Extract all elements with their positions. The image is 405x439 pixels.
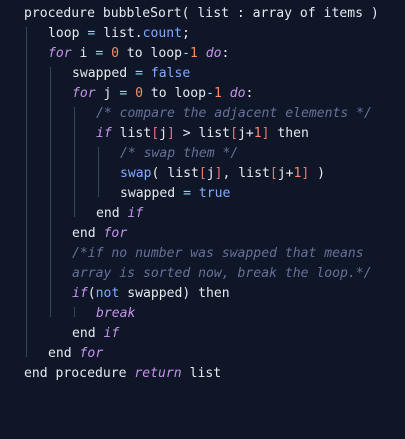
code-token: ( list bbox=[151, 166, 199, 181]
code-token: [ bbox=[269, 166, 278, 181]
code-token: if bbox=[103, 326, 120, 341]
code-token: swap bbox=[120, 166, 152, 181]
code-token: [ bbox=[198, 166, 207, 181]
code-token: end procedure bbox=[24, 366, 135, 381]
code-token: do bbox=[229, 86, 246, 101]
code-line[interactable]: /* compare the adjacent elements */ bbox=[0, 104, 372, 124]
code-token: j bbox=[95, 86, 120, 101]
code-token: list. bbox=[95, 26, 143, 41]
code-token: procedure bubbleSort( list : array of it… bbox=[24, 6, 379, 21]
code-line[interactable]: if list[j] > list[j+1] then bbox=[0, 124, 309, 144]
code-token: ] bbox=[261, 126, 270, 141]
code-token: j+ bbox=[237, 126, 254, 141]
code-token: ( bbox=[87, 286, 96, 301]
code-token: /*if no number was swapped that means bbox=[72, 246, 364, 261]
code-token: swapped) then bbox=[119, 286, 230, 301]
code-token: 1 bbox=[189, 46, 198, 61]
code-token: ; bbox=[182, 26, 190, 41]
code-token: swapped bbox=[120, 186, 184, 201]
code-line[interactable]: end if bbox=[0, 324, 119, 344]
code-line[interactable]: end for bbox=[0, 224, 127, 244]
code-token: for bbox=[72, 86, 96, 101]
code-token: loop bbox=[48, 26, 88, 41]
code-token: 0 bbox=[135, 86, 143, 101]
code-line[interactable]: /* swap them */ bbox=[0, 144, 238, 164]
code-token: end bbox=[72, 326, 104, 341]
code-token: swapped bbox=[72, 66, 136, 81]
code-token: - bbox=[182, 46, 190, 61]
code-token: end bbox=[48, 346, 80, 361]
code-token: break bbox=[96, 306, 136, 321]
code-token: - bbox=[206, 86, 214, 101]
code-line[interactable]: end for bbox=[0, 344, 103, 364]
code-token: /* compare the adjacent elements */ bbox=[96, 106, 372, 121]
code-token: = bbox=[135, 66, 143, 81]
code-token: 1 bbox=[253, 126, 262, 141]
code-token: if bbox=[72, 286, 88, 301]
code-token: if bbox=[127, 206, 144, 221]
code-token: ) bbox=[309, 166, 326, 181]
code-token: = bbox=[183, 186, 191, 201]
code-token: ] bbox=[214, 166, 223, 181]
code-line[interactable]: break bbox=[0, 304, 135, 324]
code-line[interactable]: end procedure return list bbox=[0, 364, 221, 384]
code-token: j bbox=[206, 166, 215, 181]
code-token: false bbox=[150, 66, 191, 81]
code-token: if bbox=[96, 126, 112, 141]
code-token: [ bbox=[151, 126, 160, 141]
code-line[interactable]: swapped = true bbox=[0, 184, 230, 204]
code-token: i bbox=[71, 46, 96, 61]
code-token: j+ bbox=[277, 166, 294, 181]
code-line[interactable]: swap( list[j], list[j+1] ) bbox=[0, 164, 325, 184]
code-line[interactable]: end if bbox=[0, 204, 143, 224]
code-token: , list bbox=[222, 166, 270, 181]
code-token: to loop bbox=[118, 46, 183, 61]
code-line[interactable]: for j = 0 to loop-1 do: bbox=[0, 84, 253, 104]
code-token: to loop bbox=[142, 86, 207, 101]
code-token: do bbox=[205, 46, 222, 61]
code-token: list bbox=[111, 126, 152, 141]
code-token: /* swap them */ bbox=[120, 146, 239, 161]
code-token: : bbox=[245, 86, 254, 101]
code-line[interactable]: for i = 0 to loop-1 do: bbox=[0, 44, 229, 64]
code-token: 0 bbox=[111, 46, 119, 61]
code-token: for bbox=[48, 46, 72, 61]
code-token: return bbox=[134, 366, 182, 381]
code-token: count bbox=[142, 26, 183, 41]
code-token: [ bbox=[230, 126, 238, 141]
code-token: for bbox=[79, 346, 104, 361]
code-line[interactable]: array is sorted now, break the loop.*/ bbox=[0, 264, 372, 284]
code-token: true bbox=[198, 186, 231, 201]
code-token: not bbox=[95, 286, 120, 301]
code-line[interactable]: /*if no number was swapped that means bbox=[0, 244, 364, 264]
code-token: end bbox=[72, 226, 104, 241]
code-token: ] bbox=[166, 126, 175, 141]
code-token: array is sorted now, break the loop.*/ bbox=[72, 266, 372, 281]
code-line[interactable]: procedure bubbleSort( list : array of it… bbox=[0, 4, 379, 24]
code-editor[interactable]: procedure bubbleSort( list : array of it… bbox=[0, 0, 405, 439]
code-token: then bbox=[269, 126, 309, 141]
code-token: for bbox=[103, 226, 128, 241]
code-line[interactable]: swapped = false bbox=[0, 64, 190, 84]
code-line[interactable]: if(not swapped) then bbox=[0, 284, 230, 304]
code-token: : bbox=[221, 46, 230, 61]
code-token: > list bbox=[174, 126, 231, 141]
code-line[interactable]: loop = list.count; bbox=[0, 24, 190, 44]
code-token: list bbox=[181, 366, 222, 381]
code-token: j bbox=[159, 126, 167, 141]
code-token: end bbox=[96, 206, 128, 221]
code-token: 1 bbox=[213, 86, 222, 101]
